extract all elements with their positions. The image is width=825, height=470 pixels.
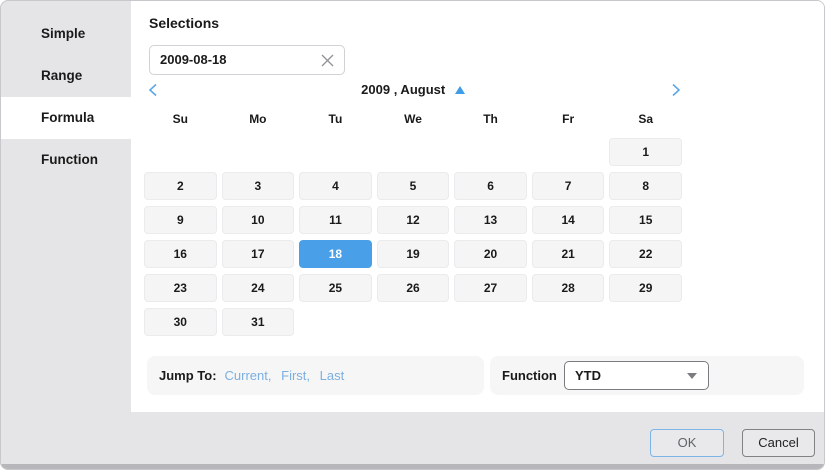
sidebar-tab-range[interactable]: Range: [1, 55, 131, 97]
day-cell[interactable]: 16: [144, 240, 217, 268]
day-cell[interactable]: 12: [377, 206, 450, 234]
jump-to-panel: Jump To: Current, First, Last: [147, 356, 484, 395]
day-cell[interactable]: 9: [144, 206, 217, 234]
day-cell[interactable]: 4: [299, 172, 372, 200]
function-dropdown[interactable]: YTD: [564, 361, 709, 390]
calendar-day-grid: 1234567891011121314151617181920212223242…: [144, 138, 682, 336]
ok-button[interactable]: OK: [650, 429, 724, 457]
weekday-label: Sa: [609, 112, 682, 126]
day-cell[interactable]: 1: [609, 138, 682, 166]
month-year-text: 2009 , August: [361, 82, 445, 97]
jump-to-link-last[interactable]: Last: [320, 368, 345, 383]
month-year-label[interactable]: 2009 , August: [144, 82, 682, 97]
clear-icon[interactable]: [320, 53, 336, 69]
chevron-right-icon[interactable]: [671, 83, 685, 97]
day-cell[interactable]: 14: [532, 206, 605, 234]
day-cell[interactable]: 5: [377, 172, 450, 200]
sidebar-tab-formula[interactable]: Formula: [1, 97, 131, 139]
day-cell[interactable]: 23: [144, 274, 217, 302]
day-cell[interactable]: 30: [144, 308, 217, 336]
day-cell[interactable]: 6: [454, 172, 527, 200]
selections-label: Selections: [149, 15, 219, 31]
function-dropdown-value: YTD: [575, 362, 601, 389]
weekday-label: Su: [144, 112, 217, 126]
jump-to-separator: ,: [268, 368, 275, 383]
day-cell[interactable]: 29: [609, 274, 682, 302]
mode-sidebar: SimpleRangeFormulaFunction: [1, 1, 131, 469]
weekday-header-row: Su Mo Tu We Th Fr Sa: [144, 112, 682, 126]
chevron-down-icon: [687, 373, 697, 379]
day-cell[interactable]: 13: [454, 206, 527, 234]
collapse-triangle-icon: [455, 86, 465, 94]
main-content: Selections 2009-08-18 2009 , August: [131, 1, 824, 412]
day-cell[interactable]: 10: [222, 206, 295, 234]
date-picker-dialog: SimpleRangeFormulaFunction Selections 20…: [0, 0, 825, 470]
day-cell[interactable]: 22: [609, 240, 682, 268]
day-cell[interactable]: 21: [532, 240, 605, 268]
day-cell[interactable]: 7: [532, 172, 605, 200]
day-cell[interactable]: 17: [222, 240, 295, 268]
day-cell[interactable]: 25: [299, 274, 372, 302]
day-cell[interactable]: 18: [299, 240, 372, 268]
mode-tablist: SimpleRangeFormulaFunction: [1, 1, 131, 181]
selection-input[interactable]: 2009-08-18: [149, 45, 345, 75]
day-cell[interactable]: 2: [144, 172, 217, 200]
day-cell[interactable]: 8: [609, 172, 682, 200]
day-cell[interactable]: 20: [454, 240, 527, 268]
dialog-bottom-edge: [1, 464, 824, 469]
function-label: Function: [502, 356, 557, 395]
day-cell[interactable]: 19: [377, 240, 450, 268]
weekday-label: We: [377, 112, 450, 126]
jump-to-link-current[interactable]: Current: [225, 368, 268, 383]
day-cell[interactable]: 11: [299, 206, 372, 234]
weekday-label: Tu: [299, 112, 372, 126]
selection-input-value: 2009-08-18: [160, 46, 227, 74]
sidebar-tab-function[interactable]: Function: [1, 139, 131, 181]
jump-to-separator: ,: [306, 368, 313, 383]
day-cell[interactable]: 3: [222, 172, 295, 200]
jump-to-link-first[interactable]: First: [281, 368, 306, 383]
function-panel: Function YTD: [490, 356, 804, 395]
day-cell[interactable]: 26: [377, 274, 450, 302]
jump-to-label: Jump To:: [159, 368, 217, 383]
weekday-label: Th: [454, 112, 527, 126]
cancel-button[interactable]: Cancel: [742, 429, 815, 457]
day-cell[interactable]: 31: [222, 308, 295, 336]
weekday-label: Mo: [222, 112, 295, 126]
sidebar-tab-simple[interactable]: Simple: [1, 13, 131, 55]
weekday-label: Fr: [532, 112, 605, 126]
day-cell[interactable]: 15: [609, 206, 682, 234]
day-cell[interactable]: 28: [532, 274, 605, 302]
day-cell[interactable]: 24: [222, 274, 295, 302]
day-cell[interactable]: 27: [454, 274, 527, 302]
